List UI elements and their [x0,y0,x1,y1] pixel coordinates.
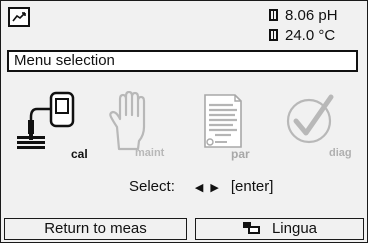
left-right-arrows-icon: ◀ ▶ [194,182,221,194]
lingua-softkey[interactable]: Lingua [195,218,364,240]
menu-item-maint[interactable]: maint [105,90,175,163]
menu-item-label: cal [71,147,88,161]
select-hint: Select: ◀ ▶ [enter] [129,178,273,195]
device-display: 8.06 pH 24.0 °C Menu selection cal maint [0,0,368,243]
softkey-label: Lingua [271,220,318,237]
sensor-calibration-icon [17,91,75,149]
enter-hint: [enter] [230,178,274,195]
hand-icon [109,90,146,151]
return-to-meas-softkey[interactable]: Return to meas [4,218,187,240]
temperature-reading: 24.0 °C [269,27,335,44]
ph-reading: 8.06 pH [269,7,338,24]
menu-title-bar: Menu selection [7,50,358,72]
ph-value: 8.06 pH [285,7,338,24]
checkmark-circle-icon [286,94,334,144]
menu-item-diag[interactable]: diag [279,91,352,163]
menu-item-label: maint [135,147,165,159]
language-icon [242,221,262,241]
measure-mode-icon [8,7,30,27]
menu-item-label: par [231,147,250,161]
softkey-label: Return to meas [44,220,147,237]
document-icon [204,94,242,148]
menu-item-cal[interactable]: cal [15,91,88,163]
sensor-icon [269,9,278,21]
sensor-icon [269,29,278,41]
temperature-value: 24.0 °C [285,27,336,44]
menu-item-par[interactable]: par [193,91,263,163]
menu-item-label: diag [329,147,352,159]
select-label: Select: [129,178,175,195]
